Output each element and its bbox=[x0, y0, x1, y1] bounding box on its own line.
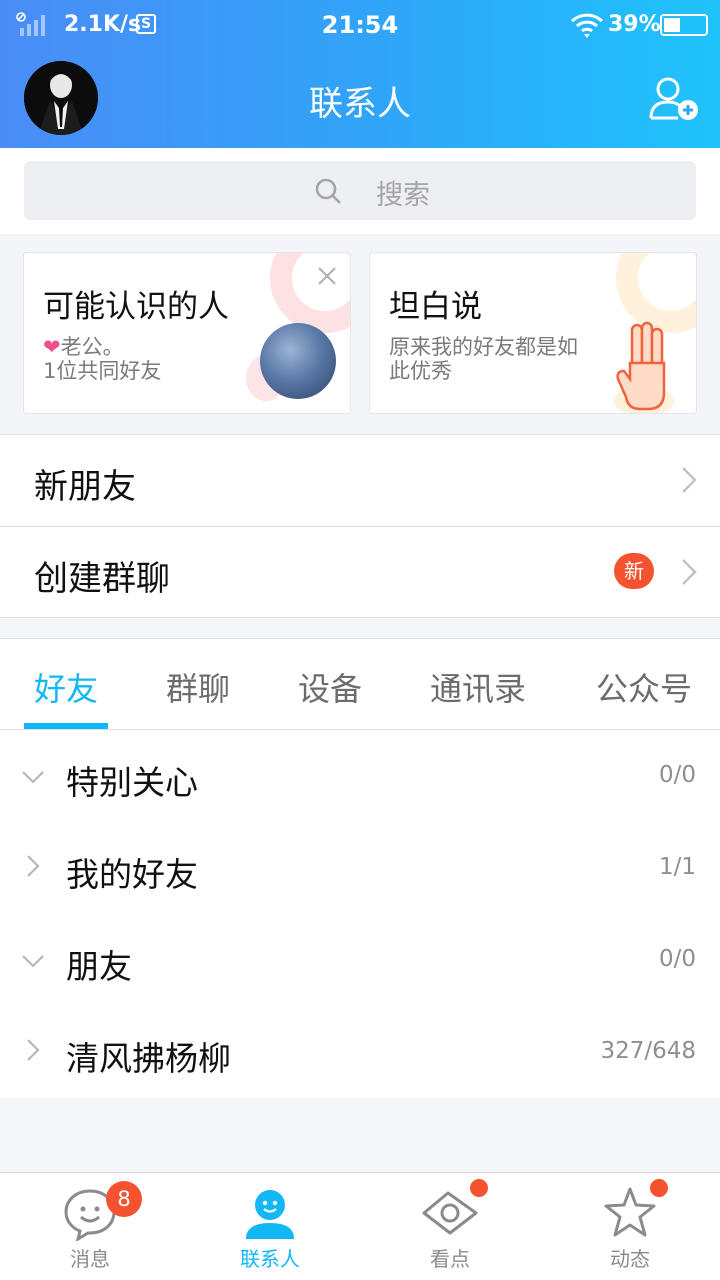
group-row[interactable]: 特别关心 0/0 bbox=[0, 730, 720, 822]
tanbai-card[interactable]: 坦白说 原来我的好友都是如 此优秀 bbox=[369, 252, 697, 414]
contact-tabs: 好友 群聊 设备 通讯录 公众号 bbox=[0, 638, 720, 730]
add-contact-icon[interactable] bbox=[648, 74, 700, 122]
chevron-right-icon bbox=[682, 559, 697, 585]
tab-groups[interactable]: 群聊 bbox=[166, 664, 230, 710]
tabbar-label: 联系人 bbox=[240, 1247, 300, 1271]
tabbar-messages[interactable]: 8 消息 bbox=[0, 1173, 180, 1280]
search-section: 搜索 bbox=[0, 148, 720, 234]
unread-count-badge: 8 bbox=[106, 1181, 142, 1217]
group-count: 327/648 bbox=[600, 1038, 696, 1064]
wifi-icon bbox=[570, 13, 604, 38]
group-row[interactable]: 朋友 0/0 bbox=[0, 914, 720, 1006]
tab-official-accounts[interactable]: 公众号 bbox=[596, 664, 692, 710]
group-count: 1/1 bbox=[658, 854, 696, 880]
recommend-cards: 可能认识的人 ❤老公。 1位共同好友 坦白说 原来我的好友都是如 此优秀 bbox=[0, 234, 720, 434]
tabbar-feed[interactable]: 动态 bbox=[540, 1173, 720, 1280]
contact-person-icon bbox=[246, 1190, 294, 1239]
people-you-may-know-card[interactable]: 可能认识的人 ❤老公。 1位共同好友 bbox=[23, 252, 351, 414]
notification-dot bbox=[470, 1179, 488, 1197]
group-name: 朋友 bbox=[66, 947, 132, 986]
chevron-down-icon bbox=[22, 955, 44, 968]
tab-friends[interactable]: 好友 bbox=[34, 664, 98, 710]
close-icon[interactable] bbox=[316, 265, 338, 287]
group-count: 0/0 bbox=[658, 762, 696, 788]
new-friends-row[interactable]: 新朋友 bbox=[0, 434, 720, 525]
search-placeholder: 搜索 bbox=[376, 180, 430, 211]
chevron-right-icon bbox=[27, 855, 40, 877]
new-badge: 新 bbox=[614, 553, 654, 589]
card-title: 可能认识的人 bbox=[43, 289, 229, 325]
tabbar-contacts[interactable]: 联系人 bbox=[180, 1173, 360, 1280]
tab-devices[interactable]: 设备 bbox=[298, 664, 362, 710]
tabbar-label: 看点 bbox=[430, 1247, 470, 1271]
status-bar: 2.1K/s S 21:54 39% bbox=[0, 0, 720, 50]
raised-hand-icon bbox=[614, 321, 674, 413]
group-name: 清风拂杨柳 bbox=[66, 1039, 231, 1078]
tabbar-watch[interactable]: 看点 bbox=[360, 1173, 540, 1280]
tabbar-label: 消息 bbox=[70, 1247, 110, 1271]
search-icon bbox=[315, 178, 341, 204]
bottom-tab-bar: 8 消息 联系人 看点 动态 bbox=[0, 1172, 720, 1280]
group-name: 特别关心 bbox=[66, 763, 198, 802]
card-mutual-friends: 1位共同好友 bbox=[43, 359, 162, 383]
active-tab-indicator bbox=[24, 723, 108, 729]
group-row[interactable]: 我的好友 1/1 bbox=[0, 822, 720, 914]
card-title: 坦白说 bbox=[389, 289, 482, 325]
chevron-right-icon bbox=[27, 1039, 40, 1061]
tab-phone-contacts[interactable]: 通讯录 bbox=[430, 664, 526, 710]
tabbar-label: 动态 bbox=[610, 1247, 650, 1271]
chevron-right-icon bbox=[682, 467, 697, 493]
friend-groups-list: 特别关心 0/0 我的好友 1/1 朋友 0/0 清风拂杨柳 327/648 bbox=[0, 730, 720, 1098]
app-header: 2.1K/s S 21:54 39% 联系人 bbox=[0, 0, 720, 148]
card-decoration bbox=[270, 253, 350, 333]
star-icon bbox=[604, 1187, 656, 1237]
chevron-down-icon bbox=[22, 771, 44, 784]
notification-dot bbox=[650, 1179, 668, 1197]
row-label: 新朋友 bbox=[34, 467, 136, 507]
friend-photo bbox=[260, 323, 336, 399]
battery-icon bbox=[660, 14, 708, 36]
battery-percent: 39% bbox=[608, 12, 661, 37]
create-group-chat-row[interactable]: 创建群聊 新 bbox=[0, 526, 720, 618]
group-row[interactable]: 清风拂杨柳 327/648 bbox=[0, 1006, 720, 1098]
row-label: 创建群聊 bbox=[34, 559, 170, 599]
eye-icon bbox=[422, 1191, 478, 1235]
card-desc-line2: 此优秀 bbox=[389, 359, 452, 383]
group-count: 0/0 bbox=[658, 946, 696, 972]
group-name: 我的好友 bbox=[66, 855, 198, 894]
page-title: 联系人 bbox=[309, 84, 411, 124]
search-input[interactable]: 搜索 bbox=[24, 161, 696, 220]
